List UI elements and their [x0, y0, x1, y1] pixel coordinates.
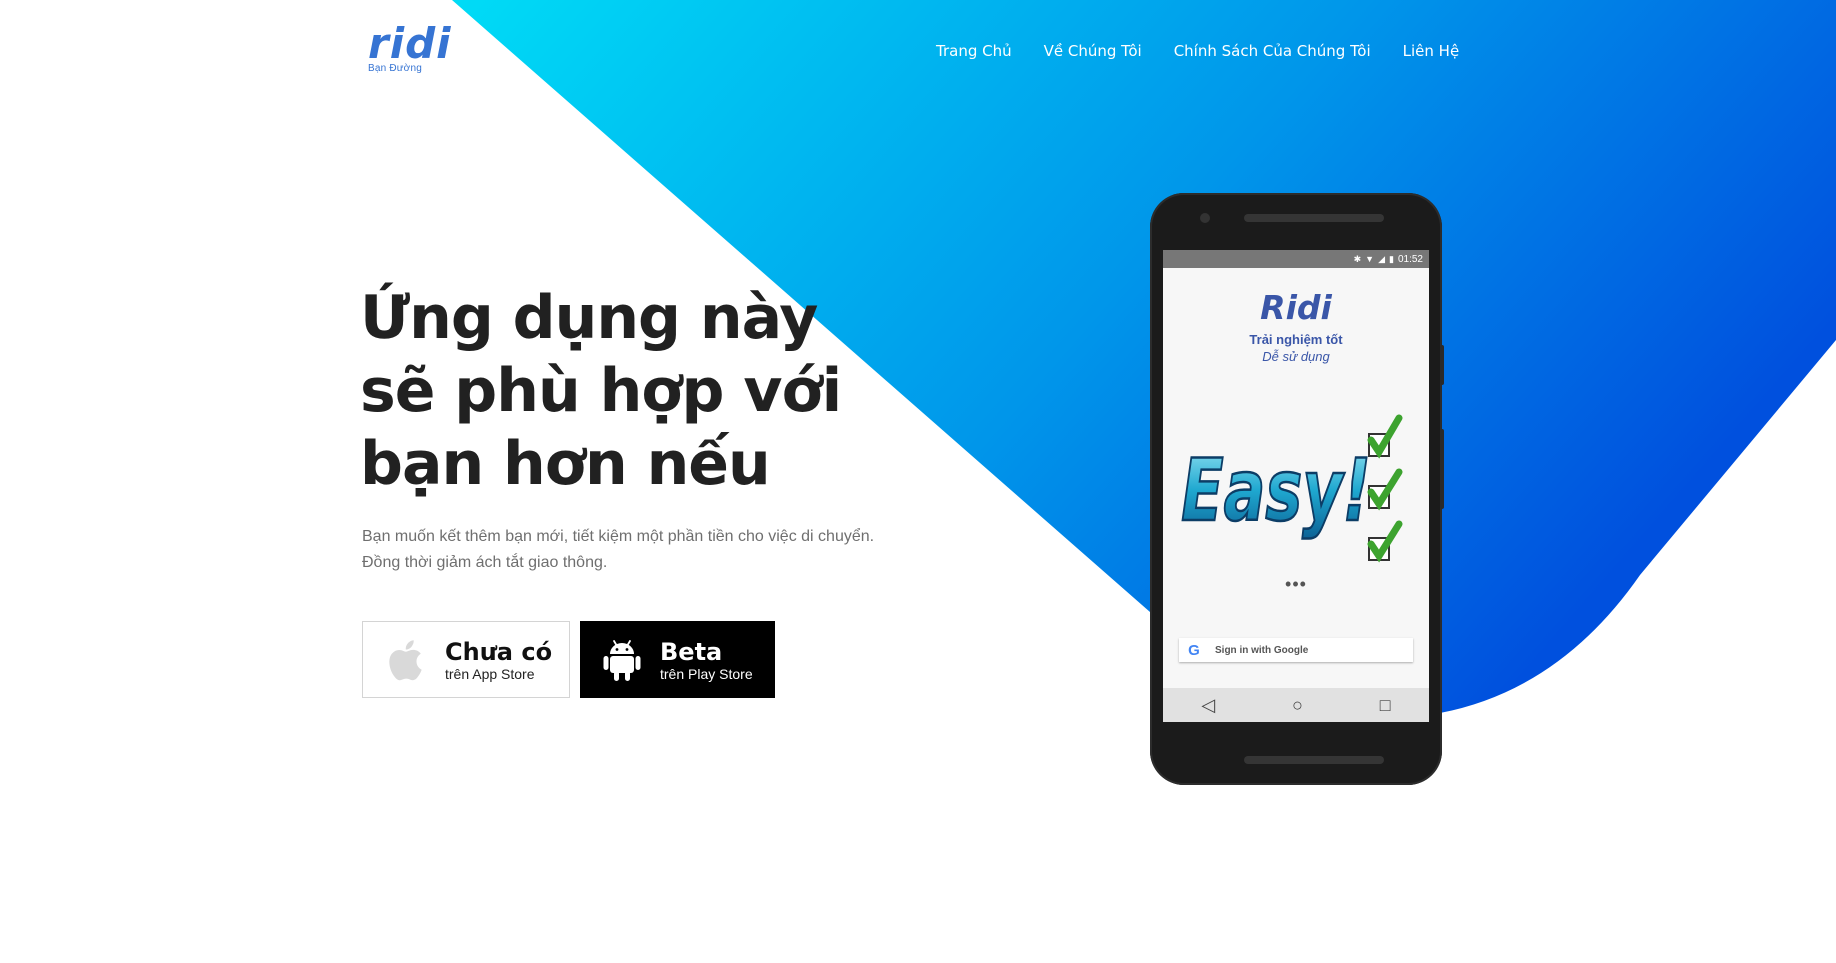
appstore-sub-label: trên App Store	[445, 665, 535, 682]
phone-side-button	[1440, 429, 1444, 509]
google-signin-label: Sign in with Google	[1215, 644, 1309, 656]
nav-item-home[interactable]: Trang Chủ	[936, 42, 1012, 60]
main-nav: Trang Chủ Về Chúng Tôi Chính Sách Của Ch…	[936, 42, 1459, 60]
phone-speaker	[1244, 214, 1384, 222]
app-tagline: Trải nghiệm tốt	[1249, 332, 1343, 347]
nav-item-policy[interactable]: Chính Sách Của Chúng Tôi	[1174, 42, 1371, 60]
appstore-main-label: Chưa có	[445, 637, 553, 666]
easy-art-text: Easy!	[1181, 440, 1371, 541]
nav-item-contact[interactable]: Liên Hệ	[1403, 42, 1460, 60]
app-title: Ridi	[1260, 288, 1332, 327]
recents-icon[interactable]: □	[1380, 695, 1391, 716]
phone-mockup: ✱ ▼ ◢ ▮ 01:52 Ridi Trải nghiệm tốt Dễ sử…	[1150, 193, 1444, 785]
status-time: 01:52	[1397, 253, 1423, 265]
hero-title-line: sẽ phù hợp với	[360, 356, 842, 426]
checklist-icon	[1367, 414, 1403, 563]
hero-title-line: bạn hơn nếu	[360, 429, 771, 499]
hero-title: Ứng dụng này sẽ phù hợp với bạn hơn nếu	[360, 282, 880, 501]
hero-description-line: Đồng thời giảm ách tắt giao thông.	[362, 554, 608, 571]
hero-description-line: Bạn muốn kết thêm bạn mới, tiết kiệm một…	[362, 528, 875, 545]
wifi-icon: ▼	[1365, 254, 1375, 264]
google-icon: G	[1188, 641, 1200, 659]
landing-page: ridi Bạn Đường Trang Chủ Về Chúng Tôi Ch…	[0, 0, 1836, 963]
playstore-text: Beta trên Play Store	[660, 638, 753, 682]
playstore-button[interactable]: Beta trên Play Store	[580, 621, 775, 698]
nav-item-about[interactable]: Về Chúng Tôi	[1044, 42, 1142, 60]
appstore-button[interactable]: Chưa có trên App Store	[362, 621, 570, 698]
phone-speaker	[1244, 756, 1384, 764]
loading-indicator: •••	[1285, 574, 1307, 594]
playstore-sub-label: trên Play Store	[660, 665, 753, 682]
logo[interactable]: ridi Bạn Đường	[368, 19, 452, 76]
bluetooth-icon: ✱	[1353, 253, 1362, 264]
playstore-main-label: Beta	[660, 637, 723, 666]
battery-icon: ▮	[1389, 253, 1394, 264]
app-tagline: Dễ sử dụng	[1262, 349, 1330, 364]
logo-subtitle: Bạn Đường	[368, 63, 422, 74]
apple-icon	[385, 638, 425, 682]
appstore-text: Chưa có trên App Store	[445, 638, 552, 682]
phone-camera	[1200, 213, 1210, 223]
back-icon[interactable]: ◁	[1201, 695, 1215, 716]
hero-title-line: Ứng dụng này	[360, 283, 818, 353]
android-nav-bar: ◁ ○ □	[1163, 688, 1429, 722]
easy-illustration: Easy!	[1180, 414, 1403, 563]
phone-screen: ✱ ▼ ◢ ▮ 01:52 Ridi Trải nghiệm tốt Dễ sử…	[1163, 250, 1429, 722]
phone-side-button	[1440, 345, 1444, 385]
google-signin-button[interactable]: G Sign in with Google	[1179, 638, 1413, 662]
android-icon	[602, 638, 642, 682]
status-bar: ✱ ▼ ◢ ▮ 01:52	[1163, 250, 1429, 268]
hero-description: Bạn muốn kết thêm bạn mới, tiết kiệm một…	[362, 524, 922, 576]
logo-mark: ridi	[368, 19, 452, 68]
home-icon[interactable]: ○	[1292, 695, 1303, 716]
signal-icon: ◢	[1378, 253, 1386, 264]
